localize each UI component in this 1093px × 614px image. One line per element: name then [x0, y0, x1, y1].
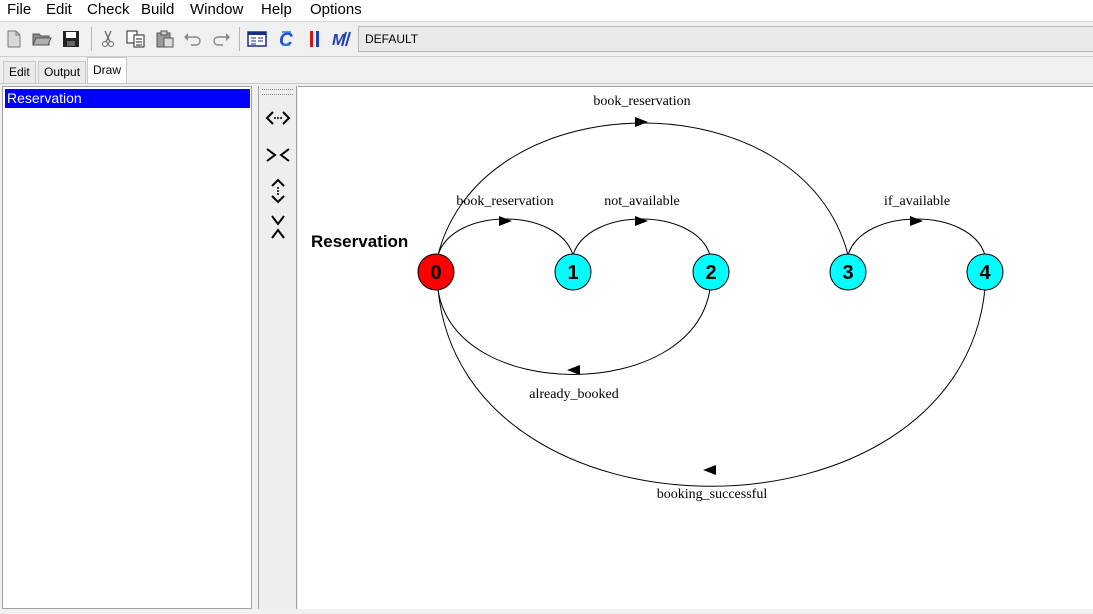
menu-check[interactable]: Check [87, 1, 130, 19]
transition-2-0 [437, 288, 711, 375]
shrink-vertical-icon[interactable] [264, 213, 292, 241]
window-icon[interactable] [246, 28, 268, 50]
target-selector[interactable]: DEFAULT [358, 26, 1093, 52]
redo-icon[interactable] [210, 28, 232, 50]
transition-label: booking_successful [657, 487, 768, 502]
state-4-label: 4 [979, 262, 991, 284]
transition-label: book_reservation [593, 94, 690, 109]
undo-icon[interactable] [182, 28, 204, 50]
process-list: Reservation [2, 86, 252, 609]
new-file-icon[interactable] [3, 28, 25, 50]
open-folder-icon[interactable] [31, 28, 53, 50]
expand-horizontal-icon[interactable] [264, 104, 292, 132]
transition-4-0 [437, 288, 986, 487]
arrowhead [635, 117, 648, 127]
toolbar-grip[interactable] [262, 89, 293, 95]
svg-text:C: C [279, 30, 293, 49]
menu-help[interactable]: Help [261, 1, 292, 19]
process-name-label: Reservation [311, 232, 408, 251]
arrowhead [703, 465, 716, 475]
arrowhead [567, 365, 580, 375]
state-1-label: 1 [567, 262, 578, 284]
transition-0-1 [437, 218, 574, 256]
tab-divider [0, 83, 1093, 84]
state-3-label: 3 [842, 262, 853, 284]
state-0-label: 0 [430, 262, 441, 284]
menu-options[interactable]: Options [310, 1, 362, 19]
shrink-horizontal-icon[interactable] [264, 141, 292, 169]
lts-diagram: book_reservation book_reservation not_av… [311, 94, 1004, 502]
toolbar-separator [91, 27, 92, 51]
tab-strip: Edit Output Draw [0, 56, 1093, 84]
compile-icon[interactable]: C [275, 28, 297, 50]
copy-icon[interactable] [125, 28, 147, 50]
arrowhead [635, 216, 648, 226]
tab-draw[interactable]: Draw [87, 57, 128, 84]
menu-window[interactable]: Window [190, 1, 243, 19]
menu-edit[interactable]: Edit [46, 1, 72, 19]
transition-label: already_booked [529, 387, 618, 402]
transition-1-2 [572, 218, 711, 256]
arrowhead [910, 216, 923, 226]
parallel-icon[interactable] [304, 28, 326, 50]
transition-3-4 [847, 218, 986, 256]
save-icon[interactable] [60, 28, 82, 50]
state-2-label: 2 [705, 262, 716, 284]
lts-canvas[interactable]: book_reservation book_reservation not_av… [298, 86, 1093, 609]
menu-bar: File Edit Check Build Window Help Option… [0, 0, 1093, 22]
transition-label: book_reservation [456, 194, 553, 209]
arrowhead [499, 216, 512, 226]
process-list-item[interactable]: Reservation [5, 89, 250, 108]
toolbar: C M DEFAULT [0, 22, 1093, 57]
minimise-icon[interactable]: M [332, 28, 354, 50]
expand-vertical-icon[interactable] [264, 177, 292, 205]
paste-icon[interactable] [154, 28, 176, 50]
tab-output[interactable]: Output [38, 61, 87, 83]
menu-file[interactable]: File [7, 1, 31, 19]
menu-build[interactable]: Build [141, 1, 174, 19]
draw-toolbar [258, 86, 297, 609]
tab-edit[interactable]: Edit [3, 61, 36, 83]
transition-label: not_available [604, 194, 679, 209]
transition-0-3 [437, 122, 849, 256]
transition-label: if_available [884, 194, 950, 209]
toolbar-separator [239, 27, 240, 51]
cut-icon[interactable] [97, 28, 119, 50]
